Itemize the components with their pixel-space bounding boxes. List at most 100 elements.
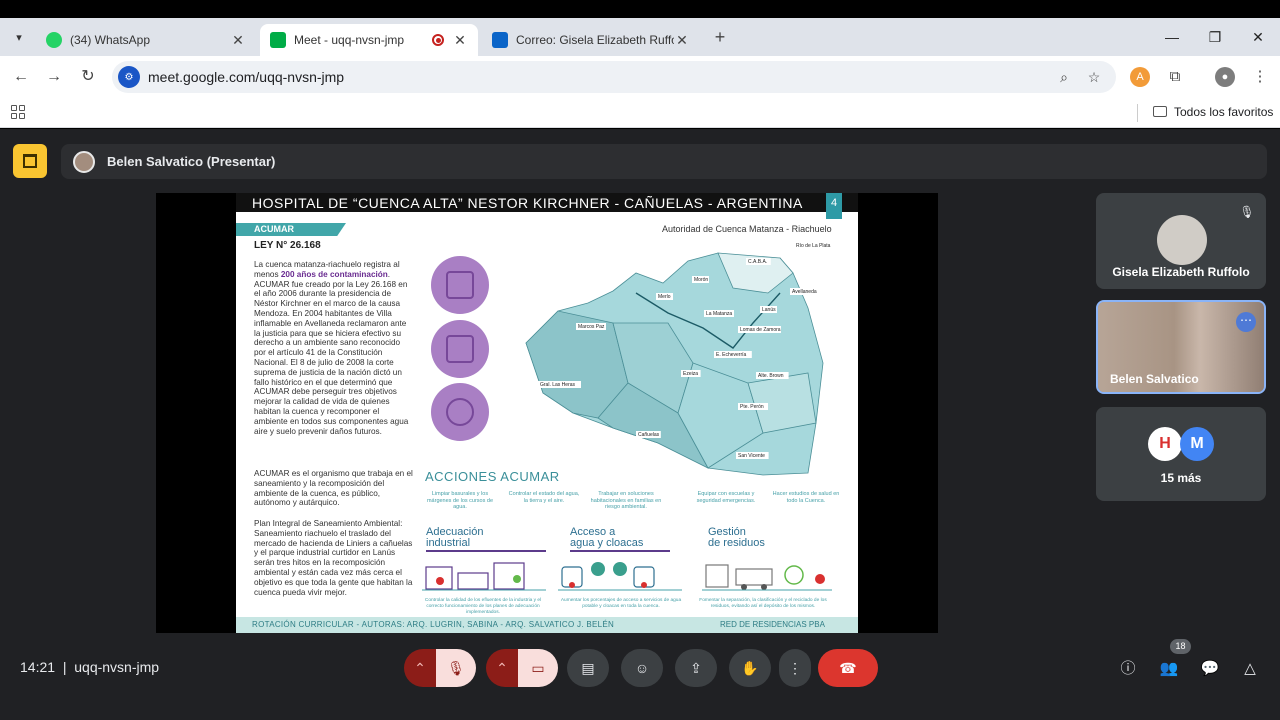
mic-muted-icon: 🎙: [1239, 205, 1255, 219]
mic-off-button[interactable]: 🎙: [436, 649, 476, 687]
paragraph-history: La cuenca matanza-riachuelo registra al …: [254, 260, 409, 436]
activities-icon[interactable]: △: [1238, 657, 1262, 681]
close-tab-icon[interactable]: ✕: [230, 32, 246, 49]
tab-whatsapp[interactable]: (34) WhatsApp ✕: [36, 24, 256, 56]
new-tab-plus-icon[interactable]: +: [709, 26, 731, 48]
url-text: meet.google.com/uqq-nvsn-jmp: [148, 69, 345, 85]
captions-button[interactable]: ▤: [567, 649, 609, 687]
slide-number: 4: [826, 193, 842, 219]
tab-outlook[interactable]: Correo: Gisela Elizabeth Ruffolo ✕: [482, 24, 700, 56]
actions-title: ACCIONES ACUMAR: [425, 469, 560, 484]
meeting-time-and-code: 14:21 | uqq-nvsn-jmp: [20, 659, 160, 675]
map-label: Merlo: [658, 294, 671, 300]
section-caption: Aumentar los porcentajes de acceso a ser…: [560, 598, 682, 609]
address-bar[interactable]: ⚙ meet.google.com/uqq-nvsn-jmp ⌕ ☆: [112, 61, 1116, 93]
industrial-illustration: [422, 562, 546, 591]
participant-avatar: [1157, 215, 1207, 265]
emoji-reaction-button[interactable]: ☺: [621, 649, 663, 687]
map-label: La Matanza: [706, 311, 732, 317]
section-caption: Fomentar la separación, la clasificación…: [699, 598, 827, 609]
outlook-icon: [492, 32, 508, 48]
extension-avast-icon[interactable]: A: [1130, 67, 1150, 87]
profile-avatar-icon[interactable]: ●: [1215, 67, 1235, 87]
map-label: C.A.B.A.: [748, 259, 767, 265]
raise-hand-button[interactable]: ✋: [729, 649, 771, 687]
map-label: Cañuelas: [638, 432, 660, 438]
law-heading: LEY N° 26.168: [254, 240, 321, 251]
paragraph-acumar: ACUMAR es el organismo que trabaja en el…: [254, 469, 413, 508]
forward-arrow-icon[interactable]: →: [43, 66, 65, 88]
meet-stage: Belen Salvatico (Presentar) HOSPITAL DE …: [0, 129, 1280, 720]
back-arrow-icon[interactable]: ←: [10, 66, 32, 88]
leave-call-button[interactable]: ☎: [818, 649, 878, 687]
recording-icon: [432, 34, 444, 46]
map-label: Morón: [694, 277, 708, 283]
reload-icon[interactable]: ↻: [77, 66, 99, 88]
footer-authors: ROTACIÓN CURRICULAR - AUTORAS: ARQ. LUGR…: [252, 620, 615, 629]
presentation-icon[interactable]: [13, 144, 47, 178]
participant-name: Gisela Elizabeth Ruffolo: [1112, 265, 1250, 279]
browser-menu-icon[interactable]: ⋮: [1250, 67, 1270, 87]
section-industrial-title: Adecuación industrial: [426, 526, 484, 549]
participants-count-badge: 18: [1170, 639, 1191, 654]
section-caption: Controlar la calidad de los efluentes de…: [424, 598, 542, 615]
participant-tile-gisela[interactable]: 🎙 Gisela Elizabeth Ruffolo: [1096, 193, 1266, 289]
water-illustration: [558, 562, 682, 591]
tab-title: (34) WhatsApp: [70, 33, 151, 47]
meeting-info-icon[interactable]: ⓘ: [1116, 657, 1140, 681]
tab-strip: ▾ (34) WhatsApp ✕ Meet - uqq-nvsn-jmp ✕ …: [0, 18, 1280, 56]
more-options-icon[interactable]: ⋯: [1236, 312, 1256, 332]
bookmark-star-icon[interactable]: ☆: [1084, 67, 1104, 87]
all-bookmarks-link[interactable]: Todos los favoritos: [1174, 105, 1273, 119]
footer-network: RED DE RESIDENCIAS PBA: [720, 620, 825, 629]
more-avatars: H M: [1148, 427, 1214, 461]
participant-avatar: H: [1148, 427, 1182, 461]
section-water-title: Acceso a agua y cloacas: [570, 526, 644, 549]
chat-icon[interactable]: 💬: [1198, 657, 1222, 681]
zoom-search-icon[interactable]: ⌕: [1054, 67, 1074, 87]
close-window-icon[interactable]: ✕: [1246, 26, 1270, 48]
apps-grid-icon[interactable]: [11, 105, 25, 119]
action-text: Equipar con escuelas y seguridad emergen…: [696, 491, 756, 504]
minimize-icon[interactable]: —: [1160, 26, 1184, 48]
map-label: Lomas de Zamora: [740, 327, 781, 333]
participant-tile-belen[interactable]: ⋯ Belen Salvatico: [1096, 300, 1266, 394]
water-pipe-icon: [431, 256, 489, 314]
present-screen-button[interactable]: ⇪: [675, 649, 717, 687]
bookmarks-separator: [1137, 104, 1138, 122]
camera-off-button[interactable]: ▭: [518, 649, 558, 687]
map-label: Avellaneda: [792, 289, 817, 295]
close-tab-icon[interactable]: ✕: [674, 32, 690, 49]
restore-window-icon[interactable]: ❐: [1203, 26, 1227, 48]
site-info-icon[interactable]: ⚙: [118, 66, 140, 88]
google-meet-icon: [270, 32, 286, 48]
action-text: Trabajar en soluciones habitacionales en…: [590, 491, 662, 510]
more-options-button[interactable]: ⋮: [779, 649, 811, 687]
map-label: Río de La Plata: [796, 243, 831, 249]
tab-meet[interactable]: Meet - uqq-nvsn-jmp ✕: [260, 24, 478, 56]
waste-illustration: [702, 564, 832, 591]
more-participants-tile[interactable]: H M 15 más: [1096, 407, 1266, 501]
bookmarks-bar: Todos los favoritos: [0, 98, 1280, 128]
folder-icon: [1153, 106, 1167, 117]
map-label: Pte. Perón: [740, 404, 764, 410]
map-label: Lanús: [762, 307, 776, 313]
audio-options-chevron-icon[interactable]: ⌃: [404, 649, 436, 687]
presenter-bar: Belen Salvatico (Presentar): [61, 144, 1267, 179]
tab-search-chevron-icon[interactable]: ▾: [8, 26, 30, 48]
people-icon[interactable]: 👥: [1157, 657, 1181, 681]
map-label: San Vicente: [738, 453, 765, 459]
whatsapp-icon: [46, 32, 62, 48]
screen-top-edge: [0, 0, 1280, 18]
more-participants-count: 15 más: [1160, 471, 1202, 485]
section-divider: [570, 550, 670, 552]
map-label: Ezeiza: [683, 371, 698, 377]
close-tab-icon[interactable]: ✕: [452, 32, 468, 49]
video-options-chevron-icon[interactable]: ⌃: [486, 649, 518, 687]
extensions-puzzle-icon[interactable]: ⧉: [1165, 67, 1185, 87]
map-label: Alte. Brown: [758, 373, 784, 379]
shared-screen: HOSPITAL DE “CUENCA ALTA” NESTOR KIRCHNE…: [156, 193, 938, 633]
map-label: E. Echeverría: [716, 352, 747, 358]
map-label: Gral. Las Heras: [540, 382, 576, 388]
participant-name: Belen Salvatico: [1110, 372, 1199, 386]
